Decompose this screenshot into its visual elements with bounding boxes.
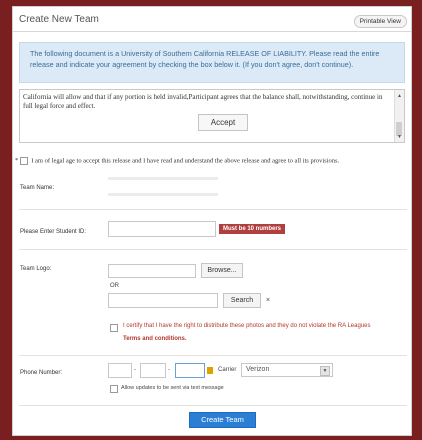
divider xyxy=(19,209,407,210)
divider xyxy=(19,249,407,250)
certify-checkbox[interactable] xyxy=(110,324,118,332)
text-updates-label: Allow updates to be sent via text messag… xyxy=(121,385,224,391)
page-title: Create New Team xyxy=(19,14,99,25)
release-notice: The following document is a University o… xyxy=(19,42,405,83)
or-label: OR xyxy=(110,283,119,289)
phone-dash: - xyxy=(168,367,170,373)
student-id-error-badge: Must be 10 numbers xyxy=(219,224,286,234)
team-name-label: Team Name: xyxy=(20,185,55,191)
release-scrollbar[interactable]: ▲ ▼ xyxy=(394,90,404,142)
phone-line-input[interactable] xyxy=(175,363,205,378)
agreement-row: * I am of legal age to accept this releas… xyxy=(15,157,339,165)
text-updates-checkbox[interactable] xyxy=(110,385,118,393)
scroll-up-icon[interactable]: ▲ xyxy=(397,92,402,101)
divider xyxy=(19,355,407,356)
create-team-dialog: Create New Team Printable View The follo… xyxy=(12,6,412,436)
release-text-box[interactable]: California will allow and that if any po… xyxy=(19,89,405,143)
divider xyxy=(19,405,407,406)
carrier-label: Carrier xyxy=(218,367,237,373)
certify-warning: I certify that I have the right to distr… xyxy=(123,321,408,332)
printable-view-button[interactable]: Printable View xyxy=(353,15,407,28)
team-logo-label: Team Logo: xyxy=(20,266,52,272)
team-name-placeholder-line xyxy=(108,177,218,180)
scroll-down-icon[interactable]: ▼ xyxy=(397,133,402,142)
agreement-label: I am of legal age to accept this release… xyxy=(31,157,340,165)
team-name-input[interactable] xyxy=(108,193,218,196)
carrier-select[interactable]: Verizon ▼ xyxy=(241,363,333,377)
team-logo-file-input[interactable] xyxy=(108,264,196,278)
certify-label: I certify that I have the right to distr… xyxy=(123,323,371,329)
carrier-value: Verizon xyxy=(246,366,270,373)
release-text: California will allow and that if any po… xyxy=(23,93,383,110)
phone-prefix-input[interactable] xyxy=(140,363,166,378)
required-mark: * xyxy=(15,157,19,165)
dialog-header: Create New Team Printable View xyxy=(13,7,411,32)
phone-dash: - xyxy=(134,367,136,373)
terms-link[interactable]: Terms and conditions. xyxy=(123,334,187,345)
logo-search-input[interactable] xyxy=(108,293,218,308)
clear-search-icon[interactable]: × xyxy=(266,297,270,304)
student-id-label: Please Enter Student ID: xyxy=(20,229,87,235)
logo-search-button[interactable]: Search xyxy=(223,293,261,308)
create-team-button[interactable]: Create Team xyxy=(189,412,256,428)
chevron-down-icon[interactable]: ▼ xyxy=(320,366,330,376)
accept-button[interactable]: Accept xyxy=(198,114,248,131)
phone-label: Phone Number: xyxy=(20,370,63,376)
agreement-checkbox[interactable] xyxy=(20,157,29,165)
browse-button[interactable]: Browse... xyxy=(201,263,243,278)
student-id-input[interactable] xyxy=(108,221,216,237)
phone-area-input[interactable] xyxy=(108,363,132,378)
warning-icon xyxy=(207,367,213,374)
